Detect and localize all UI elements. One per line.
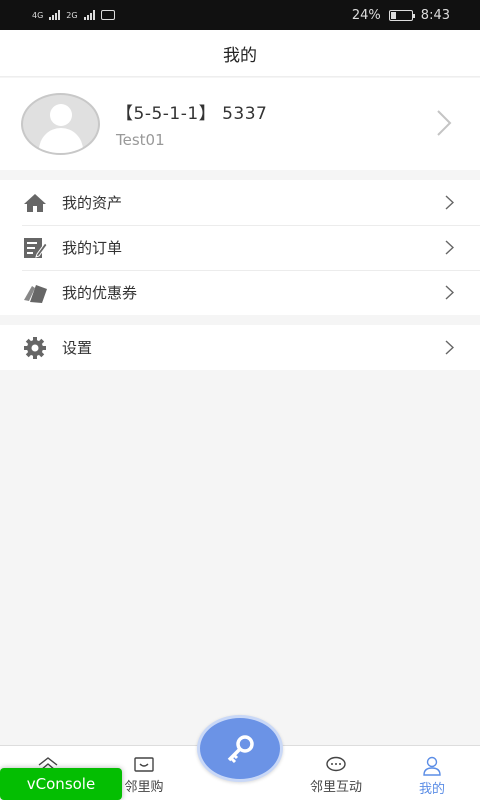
unlock-key-button[interactable] xyxy=(197,715,283,782)
chevron-right-icon xyxy=(437,110,452,136)
user-avatar-icon xyxy=(21,93,100,155)
vconsole-label: vConsole xyxy=(26,775,96,793)
signal-bars-2-icon xyxy=(83,10,95,20)
menu-item-orders[interactable]: 我的订单 xyxy=(0,225,480,270)
chat-bubble-icon xyxy=(326,756,346,772)
profile-username: Test01 xyxy=(116,131,165,149)
signal-bars-icon xyxy=(49,10,61,20)
signal-4g-label: 4G xyxy=(32,10,44,20)
profile-info: 【5-5-1-1】 5337 Test01 xyxy=(116,99,267,149)
chevron-right-icon xyxy=(445,240,454,255)
person-icon xyxy=(423,756,441,776)
profile-card[interactable]: 【5-5-1-1】 5337 Test01 xyxy=(0,78,480,170)
menu-item-label: 我的订单 xyxy=(62,239,123,257)
menu-item-coupons[interactable]: 我的优惠券 xyxy=(0,270,480,315)
menu-item-label: 设置 xyxy=(62,339,93,357)
nav-label: 邻里购 xyxy=(124,780,164,795)
coupon-tag-icon xyxy=(22,281,48,305)
page-header: 我的 xyxy=(0,30,480,77)
nav-item-interact[interactable]: 邻里互动 xyxy=(296,746,376,800)
vconsole-button[interactable]: vConsole xyxy=(0,768,122,800)
key-icon xyxy=(227,734,254,763)
chevron-right-icon xyxy=(445,340,454,355)
chevron-right-icon xyxy=(445,285,454,300)
gear-icon xyxy=(22,336,48,360)
nav-label: 邻里互动 xyxy=(309,780,362,795)
menu-item-label: 我的资产 xyxy=(62,194,123,212)
status-right: 24% 8:43 xyxy=(352,8,450,23)
notification-icon xyxy=(100,10,115,20)
menu-item-label: 我的优惠券 xyxy=(62,284,138,302)
clock: 8:43 xyxy=(420,7,450,23)
home-icon xyxy=(22,191,48,215)
nav-label: 我的 xyxy=(418,782,445,797)
battery-icon xyxy=(388,9,415,21)
chevron-right-icon xyxy=(445,195,454,210)
signal-2g-label: 2G xyxy=(66,10,78,20)
battery-percent: 24% xyxy=(351,7,381,23)
status-bar: 4G 2G 24% 8:43 xyxy=(0,0,480,30)
profile-title: 【5-5-1-1】 5337 xyxy=(116,104,268,124)
nav-item-mine[interactable]: 我的 xyxy=(392,746,472,800)
menu-item-assets[interactable]: 我的资产 xyxy=(0,180,480,225)
shop-icon xyxy=(134,757,154,772)
signal-indicators: 4G 2G xyxy=(32,10,115,20)
edit-document-icon xyxy=(22,236,48,260)
menu-group-settings: 设置 xyxy=(0,325,480,370)
page-title: 我的 xyxy=(223,45,257,66)
menu-group-main: 我的资产 我的订单 我的优惠券 xyxy=(0,180,480,315)
menu-item-settings[interactable]: 设置 xyxy=(0,325,480,370)
